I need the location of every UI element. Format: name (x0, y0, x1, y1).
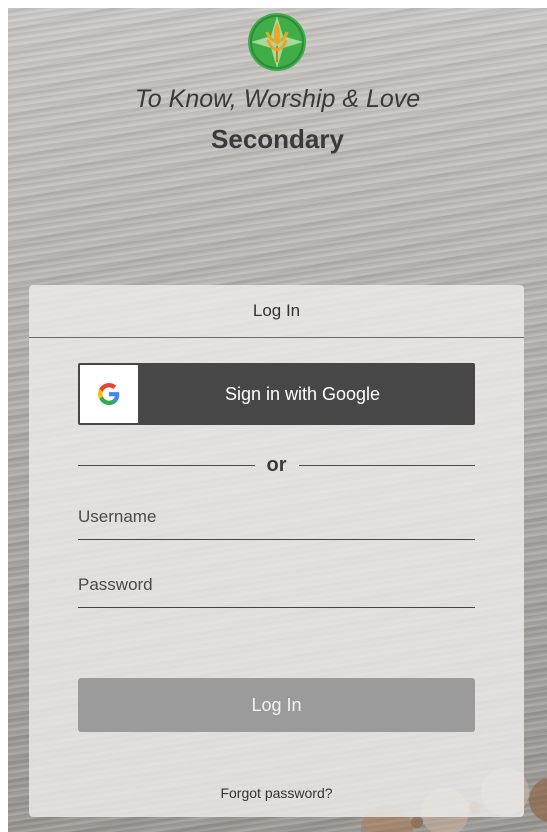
google-icon-box (80, 365, 138, 423)
login-card-title: Log In (29, 285, 524, 338)
login-submit-button[interactable]: Log In (78, 678, 475, 732)
forgot-password-link[interactable]: Forgot password? (29, 785, 524, 801)
google-signin-label: Sign in with Google (224, 383, 381, 404)
school-level-title: Secondary (211, 124, 344, 154)
divider-line-right (298, 464, 475, 466)
login-card: Log In Sign in with Google or Log In For… (29, 285, 524, 817)
wheat-logo-icon (248, 13, 306, 71)
username-input[interactable] (78, 495, 475, 539)
google-signin-button[interactable]: Sign in with Google (78, 363, 475, 425)
password-field-container (78, 563, 475, 608)
username-field-container (78, 495, 475, 540)
password-input[interactable] (78, 563, 475, 607)
google-g-icon (98, 383, 120, 405)
divider-line-left (78, 464, 255, 466)
school-tagline: To Know, Worship & Love (134, 85, 421, 113)
or-text: or (266, 453, 287, 476)
or-divider: or (78, 453, 475, 477)
